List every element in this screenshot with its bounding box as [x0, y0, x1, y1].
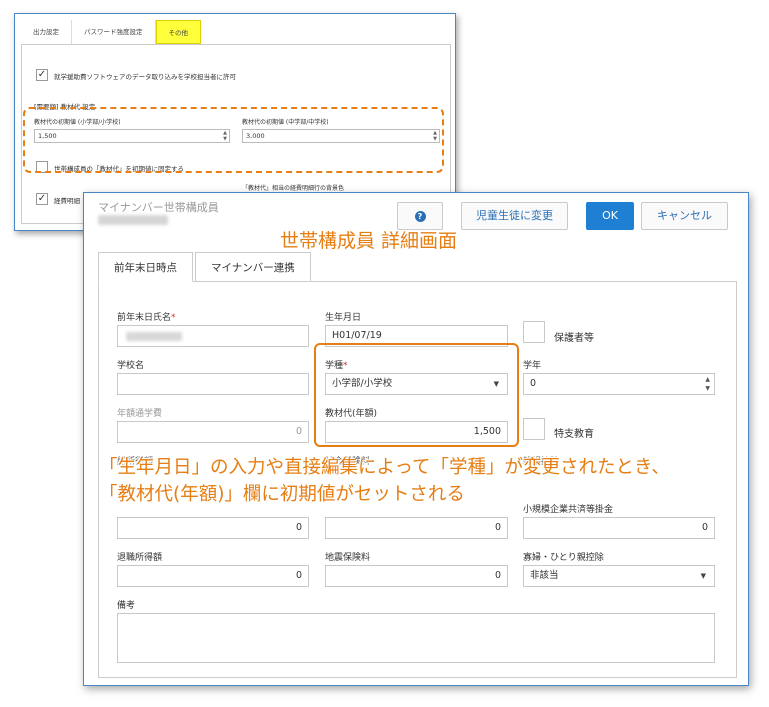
annotation-line-1: 「生年月日」の入力や直接編集によって「学種」が変更されたとき、 — [99, 457, 670, 478]
member-name-redacted — [98, 215, 168, 225]
guardian-label: 保護者等 — [554, 333, 594, 344]
small-business-input[interactable]: 0 — [523, 517, 715, 539]
settings-highlight-frame — [23, 107, 444, 173]
school-name-input[interactable] — [117, 373, 309, 395]
annotation-line-2: 「教材代(年額)」欄に初期値がセットされる — [99, 484, 465, 505]
allow-import-label: 就学援助費ソフトウェアのデータ取り込みを学校担当者に許可 — [54, 73, 236, 81]
earthquake-insurance-input[interactable]: 0 — [325, 565, 508, 587]
birthdate-label: 生年月日 — [325, 313, 362, 323]
dialog-title: マイナンバー世帯構成員 — [98, 201, 219, 214]
annual-commute-input: 0 — [117, 421, 309, 443]
row5-left-input[interactable]: 0 — [117, 517, 309, 539]
expense-checkbox[interactable]: ✓ — [36, 193, 48, 205]
ok-button[interactable]: OK — [586, 202, 634, 230]
annotation-callout: 「生年月日」の入力や直接編集によって「学種」が変更されたとき、 「教材代(年額)… — [99, 454, 670, 508]
annual-commute-label: 年額通学費 — [117, 409, 163, 419]
school-type-highlight-frame — [314, 343, 519, 447]
settings-tabs: 出力設定 パスワード強度設定 その他 — [21, 20, 201, 44]
expense-label: 経費明細 — [54, 197, 80, 205]
widow-deduction-label: 寡婦・ひとり親控除 — [523, 553, 604, 563]
row5-middle-input[interactable]: 0 — [325, 517, 508, 539]
remarks-textarea[interactable] — [117, 613, 715, 663]
tab-output-settings[interactable]: 出力設定 — [21, 20, 72, 44]
special-support-checkbox[interactable] — [523, 418, 545, 440]
special-support-label: 特支教育 — [554, 429, 594, 440]
grade-label: 学年 — [523, 361, 542, 371]
allow-import-checkbox[interactable]: ✓ — [36, 69, 48, 81]
grade-input[interactable]: 0 ▲ ▼ — [523, 373, 715, 395]
expense-color-label: 「教材代」相当の経費明細行の背景色 — [242, 185, 345, 192]
dialog-tabs: 前年末日時点 マイナンバー連携 — [98, 252, 313, 282]
retirement-income-input[interactable]: 0 — [117, 565, 309, 587]
grade-value: 0 — [530, 378, 537, 389]
prev-name-label: 前年末日氏名* — [117, 313, 176, 323]
spinner-icon[interactable]: ▲ ▼ — [705, 375, 710, 393]
cancel-button[interactable]: キャンセル — [641, 202, 728, 230]
retirement-income-label: 退職所得額 — [117, 553, 163, 563]
chevron-down-icon: ▼ — [700, 572, 706, 580]
tab-password-strength[interactable]: パスワード強度設定 — [72, 20, 156, 44]
guardian-checkbox[interactable] — [523, 321, 545, 343]
screen-heading: 世帯構成員 詳細画面 — [280, 230, 458, 252]
school-name-label: 学校名 — [117, 361, 145, 371]
question-icon: ? — [414, 210, 426, 222]
earthquake-insurance-label: 地震保険料 — [325, 553, 371, 563]
prev-name-redacted — [126, 332, 182, 341]
tab-other[interactable]: その他 — [155, 20, 201, 44]
tab-mynumber-link[interactable]: マイナンバー連携 — [195, 252, 311, 282]
widow-deduction-value: 非該当 — [530, 570, 559, 581]
change-to-student-button[interactable]: 児童生徒に変更 — [461, 202, 568, 230]
widow-deduction-select[interactable]: 非該当 ▼ — [523, 565, 715, 587]
tab-year-end[interactable]: 前年末日時点 — [98, 252, 193, 282]
prev-name-input[interactable] — [117, 325, 309, 347]
remarks-label: 備考 — [117, 601, 136, 611]
